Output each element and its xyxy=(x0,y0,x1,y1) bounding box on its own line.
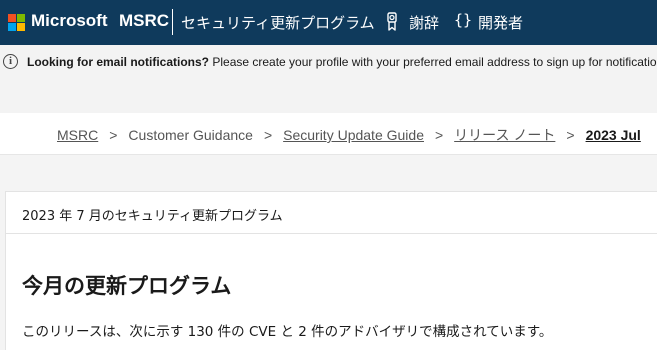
microsoft-brand-link[interactable]: Microsoft xyxy=(31,11,108,31)
section-summary: このリリースは、次に示す 130 件の CVE と 2 件のアドバイザリで構成さ… xyxy=(22,324,553,340)
breadcrumb-chevron-icon: > xyxy=(109,127,118,143)
logo-square-blue xyxy=(8,23,16,31)
nav-developer-link[interactable]: 開発者 xyxy=(478,12,523,33)
breadcrumb-customer-guidance[interactable]: Customer Guidance xyxy=(128,127,253,143)
breadcrumb-chevron-icon: > xyxy=(263,127,273,143)
breadcrumb-chevron-icon: > xyxy=(566,127,575,143)
nav-acknowledgements-link[interactable]: 謝辞 xyxy=(409,12,439,33)
breadcrumb-chevron-icon: > xyxy=(434,127,444,143)
page-title: 2023 年 7 月のセキュリティ更新プログラム xyxy=(22,209,283,224)
breadcrumb-msrc[interactable]: MSRC xyxy=(57,127,98,143)
notification-body: Please create your profile with your pre… xyxy=(209,55,657,69)
msrc-home-link[interactable]: MSRC xyxy=(119,11,169,31)
breadcrumb-security-update-guide[interactable]: Security Update Guide xyxy=(283,127,424,143)
section-heading: 今月の更新プログラム xyxy=(22,274,232,298)
breadcrumb-current-page[interactable]: 2023 Jul xyxy=(586,127,641,143)
info-icon: i xyxy=(3,54,18,69)
logo-square-red xyxy=(8,14,16,22)
breadcrumb: MSRC > Customer Guidance > Security Upda… xyxy=(57,125,641,145)
email-notification-banner: i Looking for email notifications? Pleas… xyxy=(0,45,657,113)
logo-square-yellow xyxy=(17,23,25,31)
logo-square-green xyxy=(17,14,25,22)
card-header: 2023 年 7 月のセキュリティ更新プログラム xyxy=(6,192,657,234)
notification-message: Looking for email notifications? Please … xyxy=(27,55,657,69)
award-ribbon-icon xyxy=(387,12,397,31)
microsoft-logo-icon[interactable] xyxy=(8,14,25,31)
code-braces-icon: {} xyxy=(454,11,473,29)
notification-question: Looking for email notifications? xyxy=(27,55,210,69)
top-navigation-bar: Microsoft MSRC セキュリティ更新プログラム 謝辞 {} 開発者 xyxy=(0,0,657,45)
breadcrumb-release-notes[interactable]: リリース ノート xyxy=(454,125,555,145)
nav-divider xyxy=(172,9,173,35)
release-notes-card: 2023 年 7 月のセキュリティ更新プログラム 今月の更新プログラム このリリ… xyxy=(5,191,657,350)
breadcrumb-bar: MSRC > Customer Guidance > Security Upda… xyxy=(0,113,657,155)
nav-security-updates-link[interactable]: セキュリティ更新プログラム xyxy=(181,12,375,33)
